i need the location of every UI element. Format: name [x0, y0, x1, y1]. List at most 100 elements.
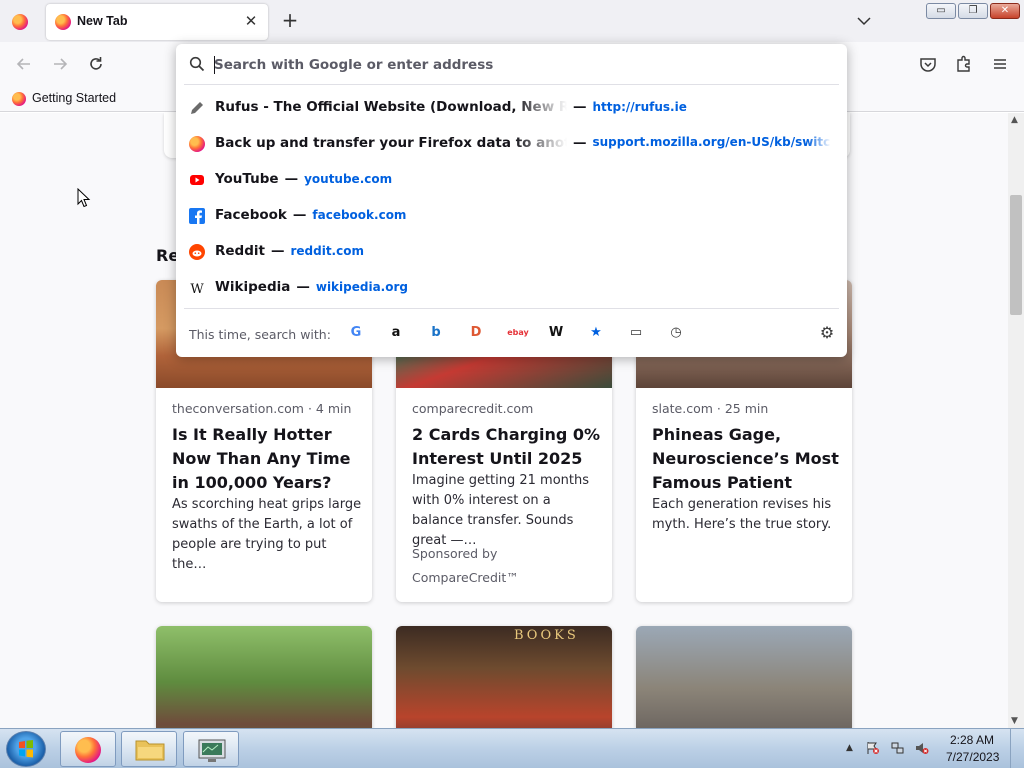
- network-icon[interactable]: [891, 741, 905, 755]
- show-hidden-icons-arrow-icon[interactable]: ▲: [846, 743, 853, 753]
- taskbar-firefox-button[interactable]: [60, 731, 116, 767]
- result-title: YouTube: [215, 171, 279, 187]
- result-separator: —: [284, 171, 299, 187]
- firefox-view-button[interactable]: [0, 0, 42, 42]
- volume-muted-icon[interactable]: [915, 741, 929, 755]
- duckduckgo-icon[interactable]: D: [467, 324, 485, 342]
- result-title: Wikipedia: [215, 279, 291, 295]
- result-separator: —: [296, 279, 310, 295]
- youtube-icon: [190, 175, 204, 185]
- reload-icon: [90, 57, 102, 70]
- urlbar-result-item[interactable]: W Wikipedia — wikipedia.org: [176, 270, 847, 306]
- story-source: theconversation.com · 4 min: [172, 401, 352, 416]
- taskbar-network-tool-button[interactable]: [183, 731, 239, 767]
- scrollbar-thumb[interactable]: [1010, 195, 1022, 315]
- address-bar-input[interactable]: [214, 54, 834, 76]
- story-image: [156, 626, 372, 728]
- arrow-left-icon: [16, 58, 30, 70]
- tab-strip: New Tab ✕ + ▭ ❐ ✕: [0, 0, 1024, 42]
- divider: [184, 84, 839, 85]
- text-caret: [214, 56, 215, 74]
- page-scrollbar[interactable]: ▲ ▼: [1008, 113, 1024, 728]
- story-source: slate.com · 25 min: [652, 401, 769, 416]
- start-button[interactable]: [6, 731, 46, 767]
- result-text: YouTube — youtube.com: [215, 171, 392, 187]
- story-source: comparecredit.com: [412, 401, 534, 416]
- result-title: Rufus - The Official Website (Download, …: [215, 99, 567, 115]
- result-url: wikipedia.org: [315, 280, 408, 294]
- scroll-up-arrow-icon[interactable]: ▲: [1011, 115, 1018, 125]
- google-icon[interactable]: G: [347, 324, 365, 342]
- result-title: Reddit: [215, 243, 265, 259]
- books-sign-text: BOOKS: [514, 628, 579, 643]
- chevron-down-icon: [857, 17, 871, 26]
- urlbar-result-item[interactable]: Back up and transfer your Firefox data t…: [176, 126, 847, 162]
- firefox-icon: [55, 14, 71, 30]
- firefox-icon: [12, 92, 26, 106]
- firefox-icon: [75, 737, 101, 763]
- story-title: Is It Really Hotter Now Than Any Time in…: [172, 425, 351, 492]
- extensions-button[interactable]: [954, 54, 974, 74]
- bookmark-getting-started[interactable]: Getting Started: [0, 86, 130, 112]
- pocket-icon: [920, 58, 936, 72]
- hamburger-menu-icon: [994, 59, 1006, 69]
- result-separator: —: [573, 135, 587, 151]
- back-button[interactable]: [14, 54, 34, 74]
- story-excerpt: Each generation revises his myth. Here’s…: [652, 497, 832, 532]
- show-desktop-button[interactable]: [1010, 729, 1024, 768]
- story-title: 2 Cards Charging 0% Interest Until 2025: [412, 425, 601, 468]
- tab-title: New Tab: [77, 14, 128, 28]
- windows-taskbar: ▲ 2:28 AM 7/27/2023: [0, 728, 1024, 768]
- action-center-flag-icon[interactable]: [866, 741, 880, 755]
- reload-button[interactable]: [86, 54, 106, 74]
- result-url: facebook.com: [312, 208, 407, 222]
- urlbar-result-item[interactable]: Facebook — facebook.com: [176, 198, 847, 234]
- bookmarks-star-icon[interactable]: ★: [587, 324, 605, 342]
- result-title: Facebook: [215, 207, 287, 223]
- ebay-icon[interactable]: ebay: [507, 324, 529, 342]
- result-text: Wikipedia — wikipedia.org: [215, 279, 408, 295]
- story-card[interactable]: [636, 626, 852, 728]
- taskbar-explorer-button[interactable]: [121, 731, 177, 767]
- result-text: Facebook — facebook.com: [215, 207, 406, 223]
- clock-time[interactable]: 2:28 AM: [950, 733, 994, 747]
- close-window-button[interactable]: ✕: [990, 3, 1020, 19]
- restore-button[interactable]: ❐: [958, 3, 988, 19]
- puzzle-icon: [957, 55, 970, 72]
- new-tab-button[interactable]: +: [280, 10, 300, 30]
- network-monitor-icon: [198, 739, 226, 762]
- one-off-search-label: This time, search with:: [189, 327, 331, 342]
- forward-button[interactable]: [50, 54, 70, 74]
- pocket-button[interactable]: [918, 54, 938, 74]
- story-card[interactable]: [156, 626, 372, 728]
- result-url: reddit.com: [290, 244, 364, 258]
- story-image: [636, 626, 852, 728]
- search-settings-gear-icon[interactable]: ⚙: [818, 324, 836, 342]
- app-menu-button[interactable]: [990, 54, 1010, 74]
- bing-icon[interactable]: b: [427, 324, 445, 342]
- result-title: Back up and transfer your Firefox data t…: [215, 135, 567, 151]
- result-separator: —: [292, 207, 307, 223]
- tabs-icon[interactable]: ▭: [627, 324, 645, 342]
- urlbar-result-item[interactable]: Rufus - The Official Website (Download, …: [176, 90, 847, 126]
- history-clock-icon[interactable]: ◷: [667, 324, 685, 342]
- story-excerpt: As scorching heat grips large swaths of …: [172, 497, 362, 572]
- result-text: Rufus - The Official Website (Download, …: [215, 99, 687, 115]
- bookmark-label: Getting Started: [32, 91, 117, 105]
- amazon-icon[interactable]: a: [387, 324, 405, 342]
- story-card[interactable]: BOOKS: [396, 626, 612, 728]
- close-tab-icon[interactable]: ✕: [242, 12, 260, 30]
- list-all-tabs-button[interactable]: [854, 12, 874, 30]
- minimize-button[interactable]: ▭: [926, 3, 956, 19]
- wikipedia-icon: W: [190, 282, 204, 296]
- mouse-pointer-icon: [77, 188, 91, 208]
- urlbar-result-item[interactable]: YouTube — youtube.com: [176, 162, 847, 198]
- scroll-down-arrow-icon[interactable]: ▼: [1011, 716, 1018, 726]
- wikipedia-icon[interactable]: W: [547, 324, 565, 342]
- clock-date[interactable]: 7/27/2023: [946, 750, 999, 764]
- firefox-icon: [189, 136, 205, 152]
- urlbar-result-item[interactable]: Reddit — reddit.com: [176, 234, 847, 270]
- windows-logo-icon: [19, 740, 33, 758]
- tab-new-tab[interactable]: New Tab ✕: [46, 4, 268, 40]
- divider: [184, 308, 839, 309]
